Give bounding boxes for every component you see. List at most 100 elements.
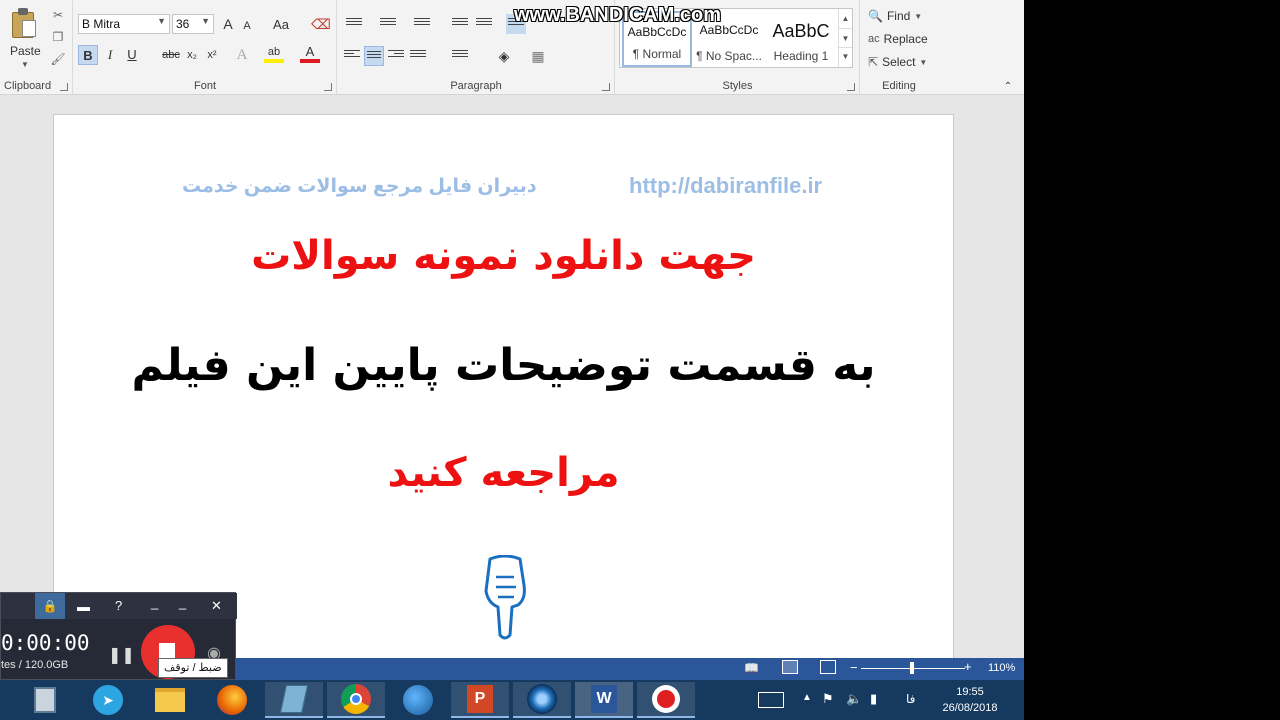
document-page[interactable]: http://dabiranfile.ir دبیران فایل مرجع س… — [53, 114, 954, 674]
language-indicator[interactable]: فا — [906, 692, 915, 706]
numbering-icon[interactable] — [380, 18, 396, 30]
chevron-up-icon[interactable]: ▲ — [839, 9, 852, 28]
flag-icon[interactable]: ⚑ — [822, 691, 834, 707]
replace-button[interactable]: ac Replace — [868, 32, 928, 46]
more-styles-icon[interactable]: ▼ — [839, 47, 852, 65]
line-spacing-icon[interactable] — [452, 50, 468, 62]
clear-formatting-icon[interactable]: ⌫ — [311, 14, 331, 34]
folder-icon[interactable]: ▬ — [77, 599, 90, 614]
network-icon[interactable]: ▮ — [870, 691, 877, 707]
styles-group-label: Styles — [722, 80, 753, 92]
style-name: ¶ No Spac... — [696, 49, 762, 63]
taskbar-download-manager[interactable] — [389, 682, 447, 718]
chevron-up-icon[interactable]: ▲ — [802, 692, 812, 703]
word-icon: W — [591, 685, 617, 713]
zoom-out-icon[interactable]: − — [850, 660, 858, 675]
chevron-down-icon[interactable]: ▼ — [201, 16, 210, 26]
help-button[interactable]: ? — [115, 598, 122, 613]
pause-icon[interactable]: ❚❚ — [108, 645, 135, 665]
recording-size: tes / 120.0GB — [1, 659, 69, 671]
keyboard-icon[interactable] — [758, 692, 784, 708]
taskbar-app[interactable] — [513, 682, 571, 718]
chevron-down-icon[interactable]: ▼ — [157, 16, 166, 26]
heading-line-3: مراجعه کنید — [387, 450, 620, 496]
clock-time[interactable]: 19:55 — [940, 686, 1000, 698]
select-button[interactable]: ⇱ Select ▼ — [868, 55, 927, 69]
settings-button[interactable]: _ — [151, 595, 158, 610]
taskbar-chrome[interactable] — [327, 682, 385, 718]
zoom-level[interactable]: 110% — [988, 662, 1015, 674]
shrink-font-button[interactable]: A — [240, 16, 254, 36]
italic-button[interactable]: I — [100, 45, 120, 65]
volume-icon[interactable]: 🔈 — [846, 691, 862, 707]
font-name-field[interactable]: B Mitra ▼ — [78, 14, 170, 34]
borders-icon[interactable]: ▦ — [528, 46, 548, 66]
font-color-button[interactable]: A — [300, 45, 320, 63]
find-button[interactable]: 🔍 Find ▼ — [868, 9, 922, 23]
font-size-field[interactable]: 36 ▼ — [172, 14, 214, 34]
justify-icon[interactable] — [410, 50, 426, 62]
stop-icon — [159, 643, 175, 659]
taskbar-bandicam[interactable] — [637, 682, 695, 718]
clipboard-group: Paste ▼ ✂ ❐ 🖌 Clipboard — [0, 0, 73, 95]
gallery-scroll[interactable]: ▲ ▼ ▼ — [838, 9, 852, 67]
close-button[interactable]: ✕ — [211, 598, 222, 614]
dialog-launcher-icon[interactable] — [324, 83, 332, 91]
align-center-icon[interactable] — [364, 46, 384, 66]
minimize-button[interactable]: _ — [179, 595, 186, 610]
dialog-launcher-icon[interactable] — [847, 83, 855, 91]
chevron-down-icon[interactable]: ▼ — [839, 28, 852, 47]
style-heading-1[interactable]: AaBbC Heading 1 — [766, 11, 836, 67]
select-label: Select — [882, 55, 916, 69]
taskbar-file-explorer[interactable] — [141, 682, 199, 718]
recorder-toolbar: 🔒 ▬ ? _ _ ✕ — [1, 593, 237, 619]
zoom-in-icon[interactable]: + — [964, 659, 972, 674]
taskbar-calculator[interactable] — [16, 682, 74, 718]
read-mode-icon[interactable]: 📖 — [744, 661, 759, 675]
grow-font-button[interactable]: A — [220, 14, 236, 34]
style-sample: AaBbCcDc — [627, 25, 687, 39]
system-tray: ▲ ⚑ 🔈 ▮ فا 19:55 26/08/2018 — [754, 680, 1024, 720]
collapse-ribbon-icon[interactable]: ⌃ — [1002, 80, 1014, 92]
print-layout-icon[interactable] — [782, 660, 798, 674]
multilevel-list-icon[interactable] — [414, 18, 430, 30]
heading-line-2: به قسمت توضیحات پایین این فیلم — [131, 340, 876, 391]
editing-group-label: Editing — [882, 80, 916, 92]
align-right-icon[interactable] — [388, 50, 404, 62]
taskbar-word[interactable]: W — [575, 682, 633, 718]
shading-icon[interactable]: ◈ — [494, 46, 514, 66]
taskbar-powerpoint[interactable]: P — [451, 682, 509, 718]
superscript-button[interactable]: x² — [202, 45, 222, 65]
strikethrough-button[interactable]: abc — [158, 45, 184, 65]
text-effects-icon[interactable]: A — [232, 45, 252, 65]
dialog-launcher-icon[interactable] — [602, 83, 610, 91]
change-case-button[interactable]: Aa — [268, 14, 294, 34]
paste-label: Paste — [10, 44, 41, 58]
subscript-button[interactable]: x₂ — [182, 45, 202, 65]
bullets-icon[interactable] — [346, 18, 362, 30]
font-size-value: 36 — [176, 17, 190, 31]
chrome-icon — [341, 684, 371, 714]
black-margin — [1024, 0, 1280, 720]
taskbar-notepad[interactable] — [265, 682, 323, 718]
style-sample: AaBbC — [772, 21, 830, 41]
clock-date[interactable]: 26/08/2018 — [938, 702, 1002, 714]
dialog-launcher-icon[interactable] — [60, 83, 68, 91]
decrease-indent-icon[interactable] — [452, 18, 468, 30]
lock-icon[interactable]: 🔒 — [35, 593, 65, 619]
zoom-slider-thumb[interactable] — [910, 662, 914, 674]
highlight-button[interactable]: ab — [264, 45, 284, 63]
format-painter-icon[interactable]: 🖌 — [50, 52, 66, 66]
copy-icon[interactable]: ❐ — [50, 30, 66, 44]
disc-icon — [527, 684, 557, 714]
bold-button[interactable]: B — [78, 45, 98, 65]
taskbar-telegram[interactable]: ➤ — [79, 682, 137, 718]
align-left-icon[interactable] — [344, 50, 360, 62]
increase-indent-icon[interactable] — [476, 18, 492, 30]
paste-button[interactable]: Paste ▼ — [0, 0, 48, 76]
taskbar-firefox[interactable] — [203, 682, 261, 718]
web-layout-icon[interactable] — [820, 660, 836, 674]
cut-icon[interactable]: ✂ — [50, 8, 66, 22]
record-icon — [652, 685, 680, 713]
underline-button[interactable]: U — [122, 45, 142, 65]
